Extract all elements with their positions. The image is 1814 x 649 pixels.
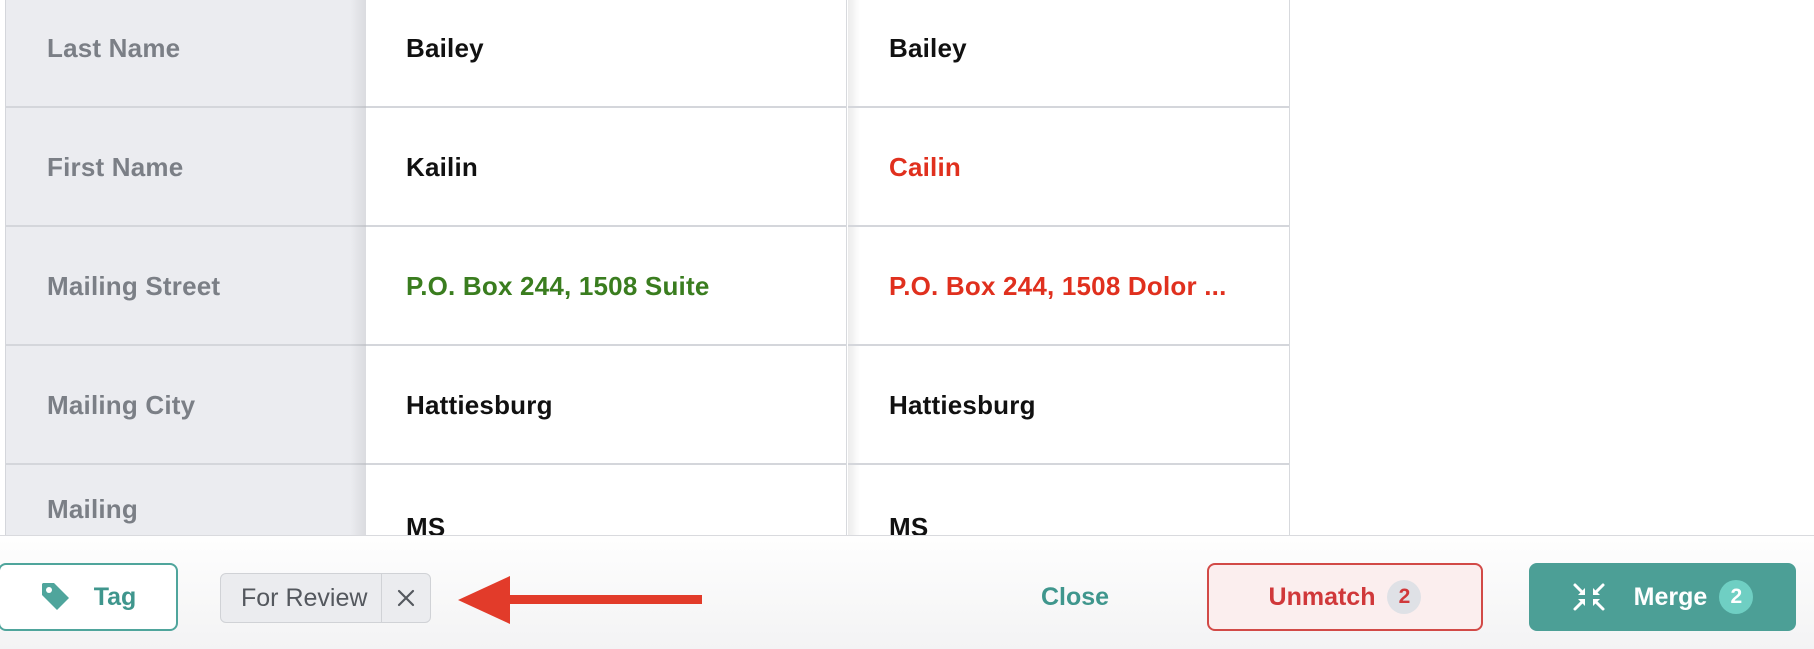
record-a-value[interactable]: Bailey (406, 0, 484, 108)
field-label: Mailing (47, 493, 138, 524)
red-arrow-annotation (458, 576, 702, 624)
field-label: Mailing City (47, 390, 196, 420)
table-row: Bailey (848, 0, 1289, 108)
record-b-value[interactable]: Bailey (889, 0, 967, 108)
close-button[interactable]: Close (1020, 563, 1130, 631)
merge-button-label: Merge (1633, 582, 1708, 611)
unmatch-count-badge: 2 (1387, 580, 1422, 614)
table-row: Bailey (366, 0, 846, 108)
record-b-column: Bailey Cailin P.O. Box 244, 1508 Dolor .… (848, 0, 1290, 535)
table-row: Mailing City (6, 346, 366, 465)
tag-icon (40, 581, 72, 613)
table-row: Hattiesburg (366, 346, 846, 465)
merge-count-badge: 2 (1719, 580, 1754, 614)
record-b-value[interactable]: Cailin (889, 108, 961, 227)
field-label: Last Name (47, 33, 181, 63)
field-label-column: Last Name First Name Mailing Street Mail… (5, 0, 366, 535)
table-row: MS (848, 465, 1289, 536)
table-row: P.O. Box 244, 1508 Dolor ... (848, 227, 1289, 346)
record-a-value[interactable]: Kailin (406, 108, 478, 227)
record-b-value[interactable]: Hattiesburg (889, 346, 1036, 465)
field-label: First Name (47, 152, 184, 182)
record-a-value[interactable]: P.O. Box 244, 1508 Suite (406, 227, 709, 346)
record-a-column: Bailey Kailin P.O. Box 244, 1508 Suite H… (366, 0, 847, 535)
tag-button[interactable]: Tag (0, 563, 178, 631)
table-row: Kailin (366, 108, 846, 227)
table-row: First Name (6, 108, 366, 227)
remove-tag-button[interactable] (381, 574, 430, 622)
tag-chip: For Review (220, 573, 432, 623)
table-row: Cailin (848, 108, 1289, 227)
action-footer: Tag For Review Close Unmatch 2 Merge 2 (0, 535, 1814, 649)
comparison-table: Last Name First Name Mailing Street Mail… (0, 0, 1290, 535)
record-b-value[interactable]: MS (889, 465, 928, 536)
tag-button-label: Tag (93, 582, 137, 611)
close-icon (398, 589, 415, 607)
merge-button[interactable]: Merge 2 (1529, 563, 1796, 631)
record-a-value[interactable]: Hattiesburg (406, 346, 553, 465)
unmatch-button[interactable]: Unmatch 2 (1207, 563, 1483, 631)
merge-arrows-icon (1572, 582, 1606, 612)
record-b-value[interactable]: P.O. Box 244, 1508 Dolor ... (889, 227, 1227, 346)
field-label: Mailing Street (47, 271, 221, 301)
table-row: Mailing (6, 465, 366, 535)
record-a-value[interactable]: MS (406, 465, 445, 536)
tag-chip-label: For Review (241, 583, 368, 612)
unmatch-button-label: Unmatch (1268, 582, 1376, 611)
table-row: Hattiesburg (848, 346, 1289, 465)
table-row: Last Name (6, 0, 366, 108)
table-row: MS (366, 465, 846, 536)
table-row: P.O. Box 244, 1508 Suite (366, 227, 846, 346)
table-row: Mailing Street (6, 227, 366, 346)
